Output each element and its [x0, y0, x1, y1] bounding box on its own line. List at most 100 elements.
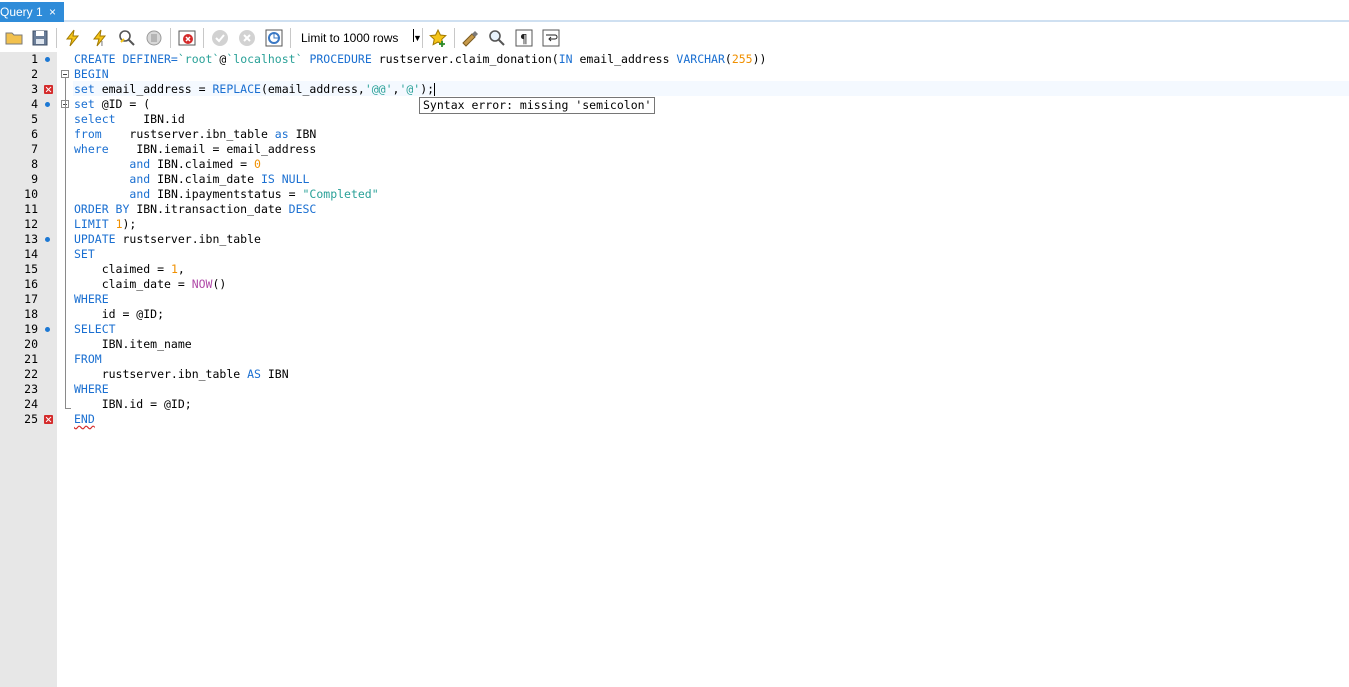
commit-icon[interactable]: [210, 28, 230, 48]
execute-icon[interactable]: [63, 28, 83, 48]
code-token: IBN.claimed =: [150, 157, 255, 171]
code-line[interactable]: ORDER BY IBN.itransaction_date DESC: [74, 202, 316, 217]
line-number: 4: [31, 97, 38, 111]
code-token: '@@': [364, 82, 393, 96]
limit-rows-value: Limit to 1000 rows: [301, 31, 399, 45]
code-token: rustserver.ibn_table: [115, 232, 261, 246]
code-token: `localhost`: [226, 52, 303, 66]
code-token: rustserver.ibn_table: [101, 127, 275, 141]
word-wrap-icon[interactable]: [541, 28, 561, 48]
code-token: VARCHAR: [676, 52, 725, 66]
toolbar-separator: [422, 28, 423, 48]
code-token: 1: [170, 262, 178, 276]
code-line[interactable]: and IBN.claim_date IS NULL: [74, 172, 309, 187]
code-token: UPDATE: [74, 232, 116, 246]
code-line[interactable]: LIMIT 1);: [74, 217, 136, 232]
code-token: claimed =: [74, 262, 171, 276]
code-token: where: [74, 142, 109, 156]
code-token: NOW: [191, 277, 213, 291]
code-line[interactable]: where IBN.iemail = email_address: [74, 142, 316, 157]
open-folder-icon[interactable]: [4, 28, 24, 48]
code-line[interactable]: set @ID = (: [74, 97, 150, 112]
execute-current-icon[interactable]: I: [90, 28, 110, 48]
code-token: set: [74, 97, 95, 111]
toolbar-separator: [454, 28, 455, 48]
code-token: BEGIN: [74, 67, 109, 81]
stop-icon[interactable]: [144, 28, 164, 48]
beautify-icon[interactable]: [460, 28, 480, 48]
close-icon[interactable]: ×: [49, 2, 56, 22]
code-token: IBN.itransaction_date: [129, 202, 289, 216]
line-number: 18: [24, 307, 38, 321]
fold-guide: [65, 78, 66, 408]
line-number: 1: [31, 52, 38, 66]
explain-icon[interactable]: [117, 28, 137, 48]
error-marker-icon[interactable]: [44, 415, 53, 424]
line-number: 17: [24, 292, 38, 306]
error-marker-icon[interactable]: [44, 85, 53, 94]
code-token: claim_date =: [74, 277, 192, 291]
code-line[interactable]: BEGIN: [74, 67, 109, 82]
toolbar: I Limit to 1000 rows ▼ ¶: [0, 24, 1349, 52]
find-icon[interactable]: [487, 28, 507, 48]
line-number: 7: [31, 142, 38, 156]
code-line[interactable]: claimed = 1,: [74, 262, 185, 277]
add-snippet-icon[interactable]: [428, 28, 448, 48]
code-line[interactable]: CREATE DEFINER=`root`@`localhost` PROCED…: [74, 52, 766, 67]
line-number: 19: [24, 322, 38, 336]
code-token: END: [74, 412, 95, 426]
toggle-error-icon[interactable]: [177, 28, 197, 48]
code-line[interactable]: rustserver.ibn_table AS IBN: [74, 367, 289, 382]
tab-label: Query 1: [0, 5, 43, 19]
line-number: 3: [31, 82, 38, 96]
fold-toggle-icon[interactable]: [61, 70, 69, 78]
rollback-icon[interactable]: [237, 28, 257, 48]
line-number: 14: [24, 247, 38, 261]
code-token: email_address =: [94, 82, 213, 96]
code-line[interactable]: SELECT: [74, 322, 116, 337]
code-line[interactable]: WHERE: [74, 292, 109, 307]
statement-marker-icon: [45, 237, 50, 242]
code-line[interactable]: IBN.id = @ID;: [74, 397, 192, 412]
code-token: IBN.ipaymentstatus =: [150, 187, 303, 201]
code-token: select: [74, 112, 116, 126]
autocommit-icon[interactable]: [264, 28, 284, 48]
code-line[interactable]: and IBN.claimed = 0: [74, 157, 261, 172]
code-line[interactable]: FROM: [74, 352, 102, 367]
line-number: 25: [24, 412, 38, 426]
line-number: 15: [24, 262, 38, 276]
code-token: (email_address,: [260, 82, 365, 96]
code-line[interactable]: UPDATE rustserver.ibn_table: [74, 232, 261, 247]
line-number: 16: [24, 277, 38, 291]
limit-rows-select[interactable]: Limit to 1000 rows ▼: [296, 29, 422, 47]
code-token: REPLACE: [212, 82, 261, 96]
line-number: 24: [24, 397, 38, 411]
code-token: 0: [254, 157, 261, 171]
line-number: 12: [24, 217, 38, 231]
code-line[interactable]: END: [74, 412, 95, 427]
code-token: AS: [247, 367, 261, 381]
code-line[interactable]: from rustserver.ibn_table as IBN: [74, 127, 316, 142]
code-line[interactable]: SET: [74, 247, 95, 262]
code-line[interactable]: and IBN.ipaymentstatus = "Completed": [74, 187, 378, 202]
code-line[interactable]: claim_date = NOW(): [74, 277, 227, 292]
code-token: @ID = (: [94, 97, 151, 111]
code-token: and: [129, 157, 151, 171]
code-line[interactable]: IBN.item_name: [74, 337, 192, 352]
code-token: email_address: [572, 52, 677, 66]
invisible-chars-icon[interactable]: ¶: [514, 28, 534, 48]
code-token: and: [129, 187, 151, 201]
tab-query-1[interactable]: Query 1 ×: [0, 2, 64, 22]
save-icon[interactable]: [30, 28, 50, 48]
code-line[interactable]: select IBN.id: [74, 112, 185, 127]
code-line[interactable]: WHERE: [74, 382, 109, 397]
code-token: ,: [177, 262, 185, 276]
code-token: );: [122, 217, 137, 231]
line-number: 6: [31, 127, 38, 141]
code-line[interactable]: set email_address = REPLACE(email_addres…: [74, 82, 436, 97]
code-line[interactable]: id = @ID;: [74, 307, 164, 322]
